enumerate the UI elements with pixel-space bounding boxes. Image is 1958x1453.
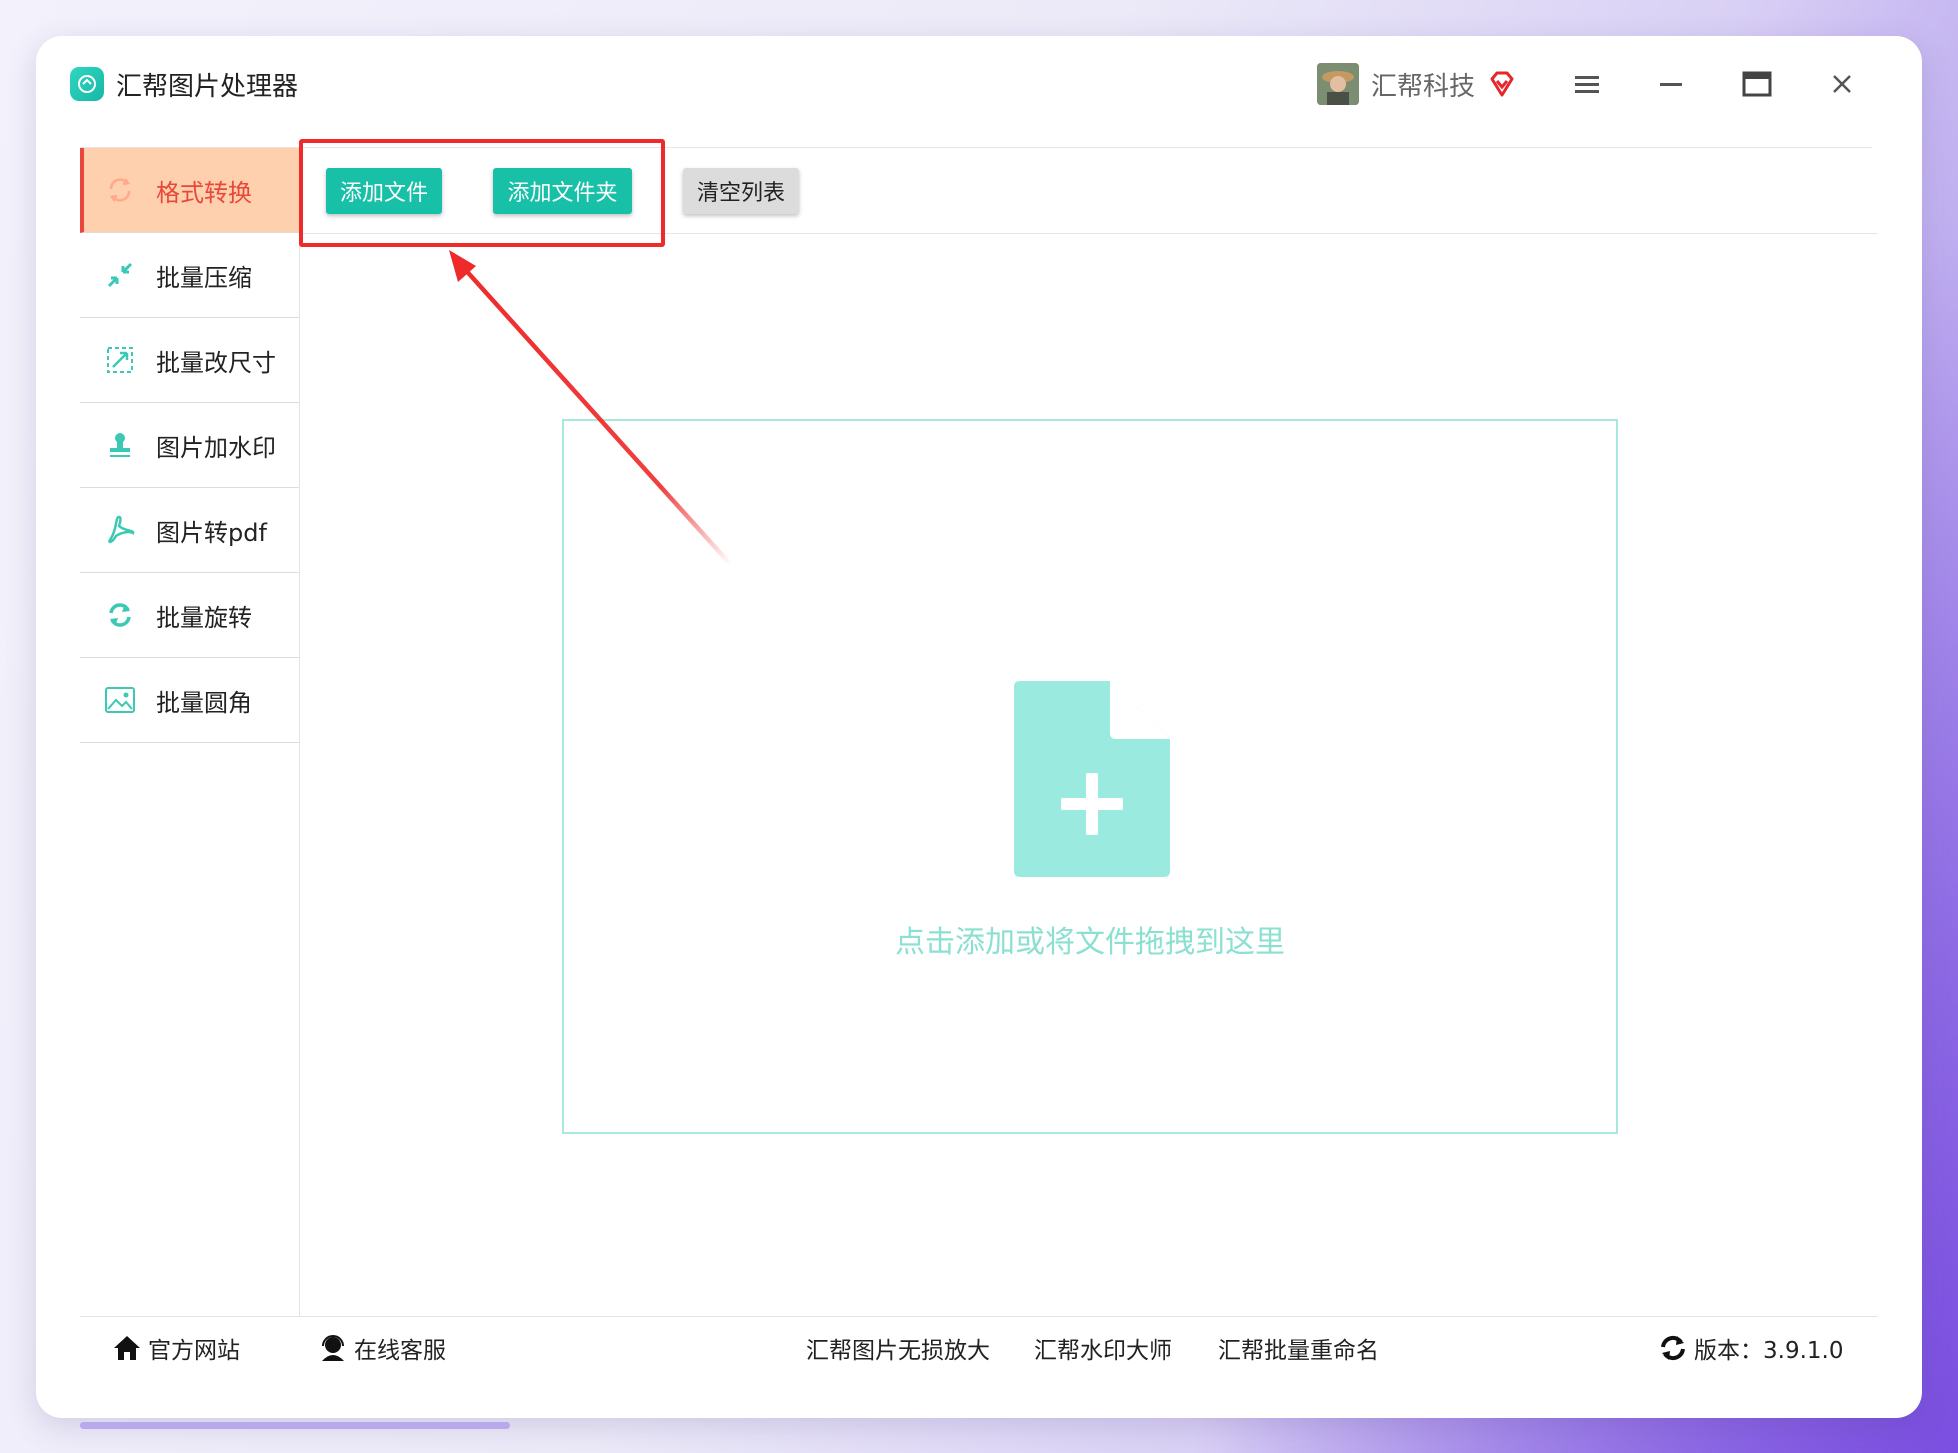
maximize-icon — [1742, 71, 1772, 97]
app-title: 汇帮图片处理器 — [116, 71, 299, 102]
version-label: 版本：3.9.1.0 — [1694, 1338, 1844, 1364]
sidebar: 格式转换 批量压缩 批量改尺寸 图片加水印 图片转pdf 批量旋转 批量圆角 — [80, 148, 300, 1316]
dropzone-hint: 点击添加或将文件拖拽到这里 — [895, 925, 1285, 960]
sidebar-item-watermark[interactable]: 图片加水印 — [80, 403, 299, 488]
sidebar-item-label: 批量压缩 — [156, 263, 252, 292]
version-info[interactable]: 版本：3.9.1.0 — [1658, 1317, 1843, 1379]
customer-service-icon — [322, 1335, 344, 1361]
rotate-icon — [104, 599, 136, 631]
pdf-icon — [104, 514, 136, 546]
official-site-label: 官方网站 — [148, 1338, 240, 1364]
close-button[interactable] — [1812, 58, 1872, 110]
footer: 官方网站 在线客服 汇帮图片无损放大 汇帮水印大师 汇帮批量重命名 版本：3.9… — [80, 1316, 1878, 1378]
add-file-button[interactable]: 添加文件 — [326, 168, 442, 214]
stamp-icon — [104, 429, 136, 461]
close-icon — [1833, 75, 1851, 93]
add-file-icon — [1014, 681, 1170, 877]
sidebar-item-batch-compress[interactable]: 批量压缩 — [80, 233, 299, 318]
sidebar-item-image-to-pdf[interactable]: 图片转pdf — [80, 488, 299, 573]
title-bar: 汇帮图片处理器 汇帮科技 — [46, 58, 1872, 110]
sidebar-item-batch-resize[interactable]: 批量改尺寸 — [80, 318, 299, 403]
official-site-link[interactable]: 官方网站 — [112, 1317, 240, 1379]
sidebar-item-label: 批量旋转 — [156, 603, 252, 632]
minimize-icon — [1660, 83, 1682, 86]
scrollbar[interactable] — [80, 1422, 510, 1429]
footer-link-upscale[interactable]: 汇帮图片无损放大 — [806, 1317, 990, 1379]
maximize-button[interactable] — [1727, 58, 1787, 110]
resize-icon — [104, 344, 136, 376]
sidebar-item-label: 图片转pdf — [156, 518, 267, 547]
refresh-icon — [1661, 1335, 1685, 1361]
sidebar-item-label: 图片加水印 — [156, 433, 276, 462]
sidebar-item-label: 批量改尺寸 — [156, 348, 276, 377]
sidebar-item-format-convert[interactable]: 格式转换 — [80, 148, 299, 233]
minimize-button[interactable] — [1642, 58, 1702, 110]
file-dropzone[interactable]: 点击添加或将文件拖拽到这里 — [562, 419, 1618, 1134]
sidebar-item-batch-rotate[interactable]: 批量旋转 — [80, 573, 299, 658]
username[interactable]: 汇帮科技 — [1371, 66, 1475, 103]
footer-link-rename[interactable]: 汇帮批量重命名 — [1218, 1317, 1379, 1379]
toolbar: 添加文件 添加文件夹 清空列表 — [300, 148, 1878, 234]
app-logo-icon — [70, 67, 104, 101]
clear-list-button[interactable]: 清空列表 — [683, 168, 799, 214]
add-folder-button[interactable]: 添加文件夹 — [493, 168, 632, 214]
compress-icon — [104, 259, 136, 291]
menu-icon — [1575, 76, 1599, 93]
user-avatar[interactable] — [1316, 63, 1359, 105]
sidebar-item-label: 格式转换 — [156, 178, 252, 207]
convert-icon — [104, 174, 136, 206]
online-service-link[interactable]: 在线客服 — [318, 1317, 446, 1379]
sidebar-item-label: 批量圆角 — [156, 688, 252, 717]
image-icon — [104, 684, 136, 716]
online-service-label: 在线客服 — [354, 1338, 446, 1364]
footer-link-watermark[interactable]: 汇帮水印大师 — [1034, 1317, 1172, 1379]
vip-diamond-icon[interactable] — [1487, 69, 1517, 99]
sidebar-item-rounded-corners[interactable]: 批量圆角 — [80, 658, 299, 743]
menu-button[interactable] — [1557, 58, 1617, 110]
home-icon — [114, 1336, 140, 1360]
